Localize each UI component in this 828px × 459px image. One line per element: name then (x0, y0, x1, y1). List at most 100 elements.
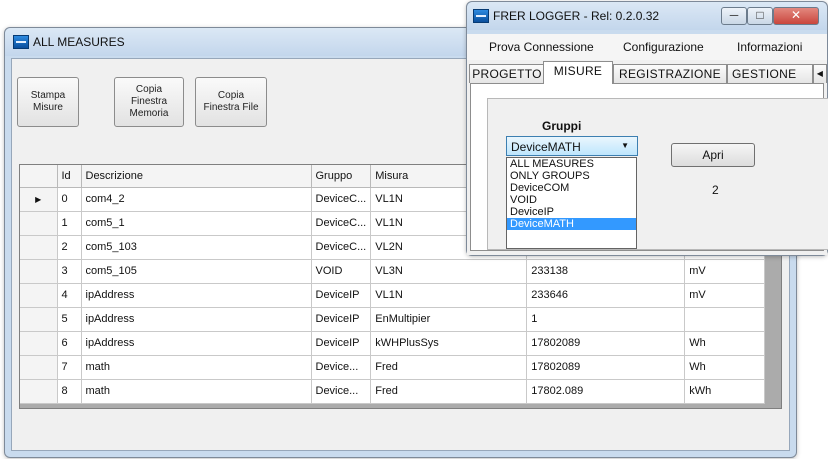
chevron-down-icon: ▼ (621, 141, 629, 150)
menu-prova-connessione[interactable]: Prova Connessione (489, 40, 594, 54)
cell-valore[interactable]: 17802.089 (526, 379, 686, 404)
tab-strip: PROGETTO MISURE REGISTRAZIONE GESTIONE ◀ (467, 61, 827, 84)
tab-registrazione[interactable]: REGISTRAZIONE (613, 64, 727, 83)
cell-gruppo[interactable]: DeviceIP (311, 331, 372, 356)
cell-id[interactable]: 1 (57, 211, 82, 236)
cell-descrizione[interactable]: com5_1 (81, 211, 312, 236)
cell-id[interactable]: 2 (57, 235, 82, 260)
cell-unita[interactable] (684, 307, 766, 332)
column-header-gruppo[interactable]: Gruppo (311, 165, 372, 188)
maximize-icon: □ (756, 8, 764, 22)
cell-misura[interactable]: kWHPlusSys (370, 331, 528, 356)
tab-misure[interactable]: MISURE (543, 61, 613, 84)
row-header[interactable] (20, 259, 58, 284)
cell-id[interactable]: 5 (57, 307, 82, 332)
row-header[interactable] (20, 331, 58, 356)
menu-bar: Prova Connessione Configurazione Informa… (467, 34, 827, 60)
cell-valore[interactable]: 1 (526, 307, 686, 332)
dropdown-option-devicemath[interactable]: DeviceMATH (507, 218, 636, 230)
dropdown-option-only-groups[interactable]: ONLY GROUPS (507, 170, 636, 182)
row-header[interactable] (20, 283, 58, 308)
cell-valore[interactable]: 233138 (526, 259, 686, 284)
cell-descrizione[interactable]: math (81, 379, 312, 404)
cell-misura[interactable]: EnMultipier (370, 307, 528, 332)
row-header[interactable] (20, 235, 58, 260)
cell-gruppo[interactable]: DeviceC... (311, 235, 372, 260)
cell-descrizione[interactable]: ipAddress (81, 307, 312, 332)
column-header-descrizione[interactable]: Descrizione (81, 165, 312, 188)
frer-logger-titlebar[interactable]: FRER LOGGER - Rel: 0.2.0.32 ─ □ ✕ (467, 2, 827, 30)
table-row[interactable]: 3 com5_105 VOID VL3N 233138 mV (20, 259, 766, 284)
cell-descrizione[interactable]: ipAddress (81, 331, 312, 356)
cell-gruppo[interactable]: Device... (311, 355, 372, 380)
tab-gestione[interactable]: GESTIONE (727, 64, 813, 83)
cell-valore[interactable]: 17802089 (526, 331, 686, 356)
row-header[interactable] (20, 211, 58, 236)
copia-finestra-memoria-button[interactable]: Copia Finestra Memoria (114, 77, 184, 127)
cell-descrizione[interactable]: com5_105 (81, 259, 312, 284)
cell-gruppo[interactable]: DeviceC... (311, 211, 372, 236)
cell-descrizione[interactable]: math (81, 355, 312, 380)
app-icon (473, 9, 489, 23)
chevron-left-icon: ◀ (816, 69, 824, 78)
table-row[interactable]: 8 math Device... Fred 17802.089 kWh (20, 379, 766, 404)
gruppi-dropdown-list[interactable]: ALL MEASURES ONLY GROUPS DeviceCOM VOID … (506, 157, 637, 249)
dropdown-option-deviceip[interactable]: DeviceIP (507, 206, 636, 218)
table-row[interactable]: 6 ipAddress DeviceIP kWHPlusSys 17802089 Wh (20, 331, 766, 356)
close-button[interactable]: ✕ (773, 7, 819, 25)
cell-descrizione[interactable]: com5_103 (81, 235, 312, 260)
gruppi-combo[interactable]: DeviceMATH ▼ (506, 136, 638, 156)
copia-finestra-file-button[interactable]: Copia Finestra File (195, 77, 267, 127)
apri-button[interactable]: Apri (671, 143, 755, 167)
cell-valore[interactable]: 233646 (526, 283, 686, 308)
cell-id[interactable]: 3 (57, 259, 82, 284)
row-header[interactable] (20, 307, 58, 332)
stampa-misure-button[interactable]: Stampa Misure (17, 77, 79, 127)
dropdown-option-void[interactable]: VOID (507, 194, 636, 206)
row-header[interactable] (20, 355, 58, 380)
cell-id[interactable]: 4 (57, 283, 82, 308)
dropdown-option-devicecom[interactable]: DeviceCOM (507, 182, 636, 194)
tab-progetto[interactable]: PROGETTO (469, 64, 545, 83)
cell-unita[interactable]: Wh (684, 355, 766, 380)
close-icon: ✕ (790, 8, 802, 22)
cell-descrizione[interactable]: ipAddress (81, 283, 312, 308)
cell-id[interactable]: 7 (57, 355, 82, 380)
cell-gruppo[interactable]: Device... (311, 379, 372, 404)
count-text: 2 (712, 183, 719, 197)
app-icon (13, 35, 29, 49)
cell-gruppo[interactable]: VOID (311, 259, 372, 284)
cell-valore[interactable]: 17802089 (526, 355, 686, 380)
cell-gruppo[interactable]: DeviceIP (311, 283, 372, 308)
dropdown-option-all-measures[interactable]: ALL MEASURES (507, 158, 636, 170)
gruppi-combo-value: DeviceMATH (511, 140, 581, 154)
row-header[interactable]: ▶ (20, 187, 58, 212)
minimize-button[interactable]: ─ (721, 7, 747, 25)
cell-misura[interactable]: VL3N (370, 259, 528, 284)
table-row[interactable]: 7 math Device... Fred 17802089 Wh (20, 355, 766, 380)
cell-unita[interactable]: kWh (684, 379, 766, 404)
current-row-arrow-icon: ▶ (35, 195, 42, 204)
cell-misura[interactable]: Fred (370, 355, 528, 380)
menu-informazioni[interactable]: Informazioni (737, 40, 802, 54)
cell-gruppo[interactable]: DeviceC... (311, 187, 372, 212)
cell-id[interactable]: 8 (57, 379, 82, 404)
cell-id[interactable]: 0 (57, 187, 82, 212)
cell-unita[interactable]: Wh (684, 331, 766, 356)
table-row[interactable]: 4 ipAddress DeviceIP VL1N 233646 mV (20, 283, 766, 308)
cell-gruppo[interactable]: DeviceIP (311, 307, 372, 332)
window-title: FRER LOGGER - Rel: 0.2.0.32 (493, 9, 660, 23)
maximize-button[interactable]: □ (747, 7, 773, 25)
row-header[interactable] (20, 379, 58, 404)
menu-configurazione[interactable]: Configurazione (623, 40, 704, 54)
cell-misura[interactable]: VL1N (370, 283, 528, 308)
cell-misura[interactable]: Fred (370, 379, 528, 404)
column-header-id[interactable]: Id (57, 165, 82, 188)
cell-unita[interactable]: mV (684, 259, 766, 284)
cell-id[interactable]: 6 (57, 331, 82, 356)
tab-scroll-button[interactable]: ◀ (813, 64, 827, 83)
cell-descrizione[interactable]: com4_2 (81, 187, 312, 212)
table-row[interactable]: 5 ipAddress DeviceIP EnMultipier 1 (20, 307, 766, 332)
minimize-icon: ─ (729, 8, 739, 22)
cell-unita[interactable]: mV (684, 283, 766, 308)
